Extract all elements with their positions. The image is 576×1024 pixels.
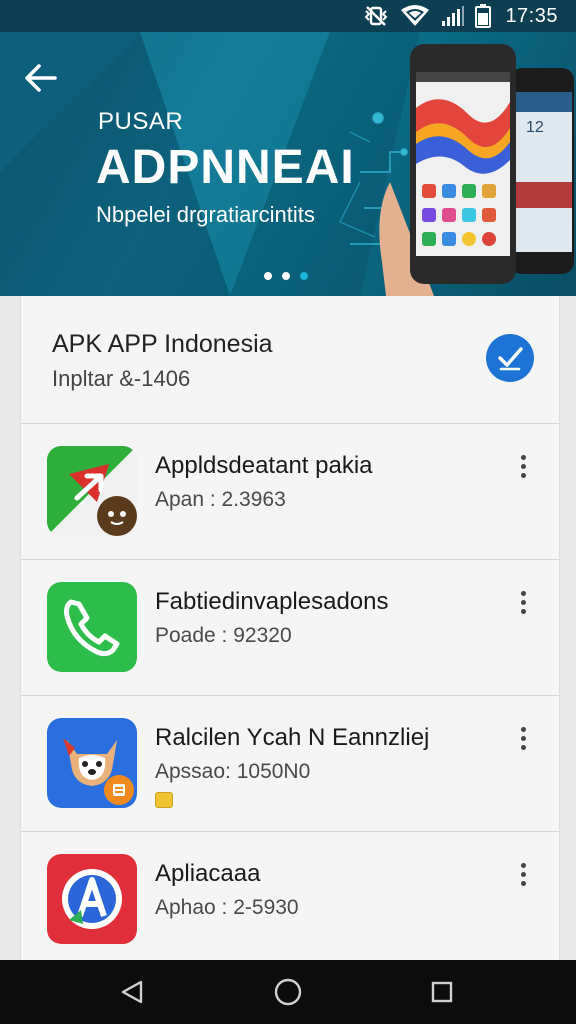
more-options-button[interactable]: [511, 722, 535, 754]
app-meta: Aphao : 2-5930: [155, 896, 299, 919]
nav-home-button[interactable]: [270, 974, 306, 1010]
app-name: Fabtiedinvaplesadons: [155, 588, 389, 615]
a-letter-app-icon: [47, 854, 137, 944]
collection-header[interactable]: APK APP Indonesia Inpltar &-1406: [21, 296, 559, 424]
carousel-dot[interactable]: [282, 272, 290, 280]
collection-subtitle: Inpltar &-1406: [52, 366, 191, 391]
tag-icon: [155, 792, 173, 808]
dog-app-icon: [47, 718, 137, 808]
app-name: Apliacaaa: [155, 860, 261, 887]
back-arrow-icon: [25, 64, 57, 92]
square-recents-icon: [431, 981, 453, 1003]
back-button[interactable]: [20, 58, 60, 98]
carousel-dot[interactable]: [264, 272, 272, 280]
wifi-icon: [399, 5, 431, 27]
carousel-indicator[interactable]: [264, 272, 308, 280]
circle-home-icon: [274, 978, 302, 1006]
app-list-item[interactable]: Apliacaaa Aphao : 2-5930: [21, 832, 559, 968]
app-meta: Poade : 92320: [155, 624, 292, 647]
nav-recents-button[interactable]: [424, 974, 460, 1010]
vibrate-off-icon: [363, 5, 389, 27]
app-list-item[interactable]: Fabtiedinvaplesadons Poade : 92320: [21, 560, 559, 696]
app-list-item[interactable]: Appldsdeatant pakia Apan : 2.3963: [21, 424, 559, 560]
nav-back-button[interactable]: [114, 974, 150, 1010]
system-nav-bar: [0, 960, 576, 1024]
app-list-item[interactable]: Ralcilen Ycah N Eannzliej Apssao: 1050N0: [21, 696, 559, 832]
app-meta: Apssao: 1050N0: [155, 760, 311, 783]
arrow-map-app-icon: [47, 446, 137, 536]
more-options-button[interactable]: [511, 858, 535, 890]
svg-text:12: 12: [526, 119, 544, 136]
app-name: Ralcilen Ycah N Eannzliej: [155, 724, 430, 751]
phone-app-icon: [47, 582, 137, 672]
status-bar: 17:35: [0, 0, 576, 32]
app-meta: Apan : 2.3963: [155, 488, 286, 511]
carousel-dot[interactable]: [300, 272, 308, 280]
banner-kicker: PUSAR: [98, 108, 184, 135]
signal-icon: [441, 5, 465, 27]
clock: 17:35: [505, 4, 558, 27]
battery-icon: [475, 4, 492, 28]
app-list-card: APK APP Indonesia Inpltar &-1406 Appldsd…: [20, 296, 560, 960]
app-name: Appldsdeatant pakia: [155, 452, 373, 479]
triangle-back-icon: [121, 980, 143, 1004]
more-options-button[interactable]: [511, 586, 535, 618]
verified-badge-button[interactable]: [486, 334, 534, 382]
collection-title: APK APP Indonesia: [52, 330, 273, 358]
more-options-button[interactable]: [511, 450, 535, 482]
hero-banner[interactable]: PUSAR ADPNNEAI Nbpelei drgratiarcintits …: [0, 32, 576, 296]
phones-illustration: 12: [379, 44, 574, 296]
check-edit-icon: [498, 347, 523, 371]
banner-title: ADPNNEAI: [96, 141, 355, 194]
banner-subtitle: Nbpelei drgratiarcintits: [96, 202, 315, 227]
